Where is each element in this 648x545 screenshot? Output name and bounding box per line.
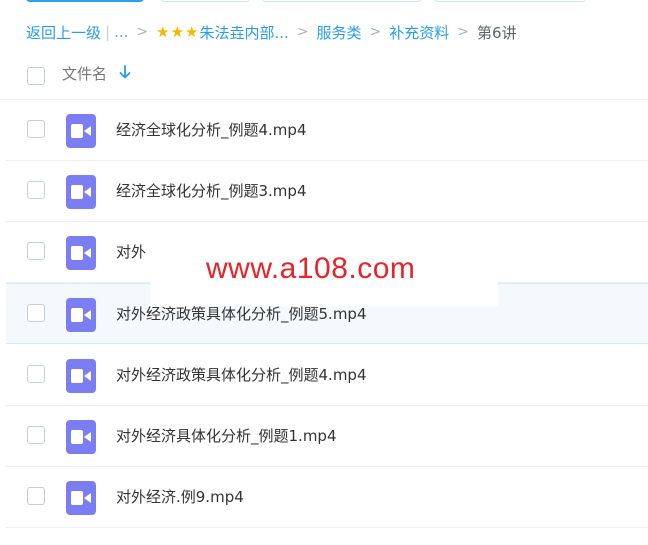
video-file-icon [66,481,96,515]
star-icon: ★ [170,23,185,41]
breadcrumb-item-supplement[interactable]: 补充资料 [389,22,449,43]
chevron-right-icon: > [457,24,470,40]
file-row[interactable]: 对外经济政策具体化分析_例题4.mp4 [6,345,648,406]
file-name[interactable]: 经济全球化分析_例题4.mp4 [116,119,307,140]
video-file-icon [66,175,96,209]
breadcrumb-item-starred[interactable]: ★ ★ ★ 朱法垚内部... [156,22,289,43]
breadcrumb-ellipsis[interactable]: ... [114,23,128,41]
top-button-3[interactable] [262,0,422,2]
file-name[interactable]: 对外经济.例9.mp4 [116,486,244,507]
file-row[interactable]: 对外经济具体化分析_例题1.mp4 [6,406,648,467]
row-checkbox[interactable] [27,365,45,383]
star-icon: ★ [156,23,170,41]
breadcrumb-current: 第6讲 [477,23,517,42]
file-row[interactable]: 对外经济.例9.mp4 [6,467,648,528]
column-header-name[interactable]: 文件名 [62,63,107,84]
row-checkbox[interactable] [27,487,45,505]
breadcrumb-label: 朱法垚内部... [199,23,289,42]
file-row[interactable]: 经济全球化分析_例题3.mp4 [6,161,648,222]
row-checkbox[interactable] [27,304,45,322]
top-button-2[interactable] [160,0,250,2]
row-checkbox[interactable] [27,426,45,444]
video-file-icon [66,359,96,393]
file-name[interactable]: 对外经济政策具体化分析_例题5.mp4 [116,303,367,324]
chevron-right-icon: > [369,24,382,40]
breadcrumb: 返回上一级 | ... > ★ ★ ★ 朱法垚内部... > 服务类 > 补充资… [26,20,517,44]
select-all-checkbox[interactable] [27,67,45,85]
row-checkbox[interactable] [27,181,45,199]
sort-arrow-down-icon[interactable] [119,65,131,79]
row-checkbox[interactable] [27,242,45,260]
file-name[interactable]: 对外经济政策具体化分析_例题4.mp4 [116,364,367,385]
chevron-right-icon: > [136,24,149,40]
breadcrumb-item-service[interactable]: 服务类 [317,22,362,43]
row-checkbox[interactable] [27,120,45,138]
back-link[interactable]: 返回上一级 [26,22,101,43]
file-name[interactable]: 经济全球化分析_例题3.mp4 [116,180,307,201]
star-icon: ★ [185,23,199,41]
video-file-icon [66,114,96,148]
video-file-icon [66,420,96,454]
top-primary-button[interactable] [26,0,144,2]
breadcrumb-pipe: | [105,23,111,41]
file-name[interactable]: 对外经济具体化分析_例题1.mp4 [116,425,337,446]
file-list-header: 文件名 [0,56,648,100]
top-button-4[interactable] [434,0,586,2]
watermark-text: www.a108.com [206,252,416,285]
video-file-icon [66,236,96,270]
file-row[interactable]: 经济全球化分析_例题4.mp4 [6,100,648,161]
video-file-icon [66,298,96,332]
chevron-right-icon: > [296,24,309,40]
file-name[interactable]: 对外 [116,241,146,262]
